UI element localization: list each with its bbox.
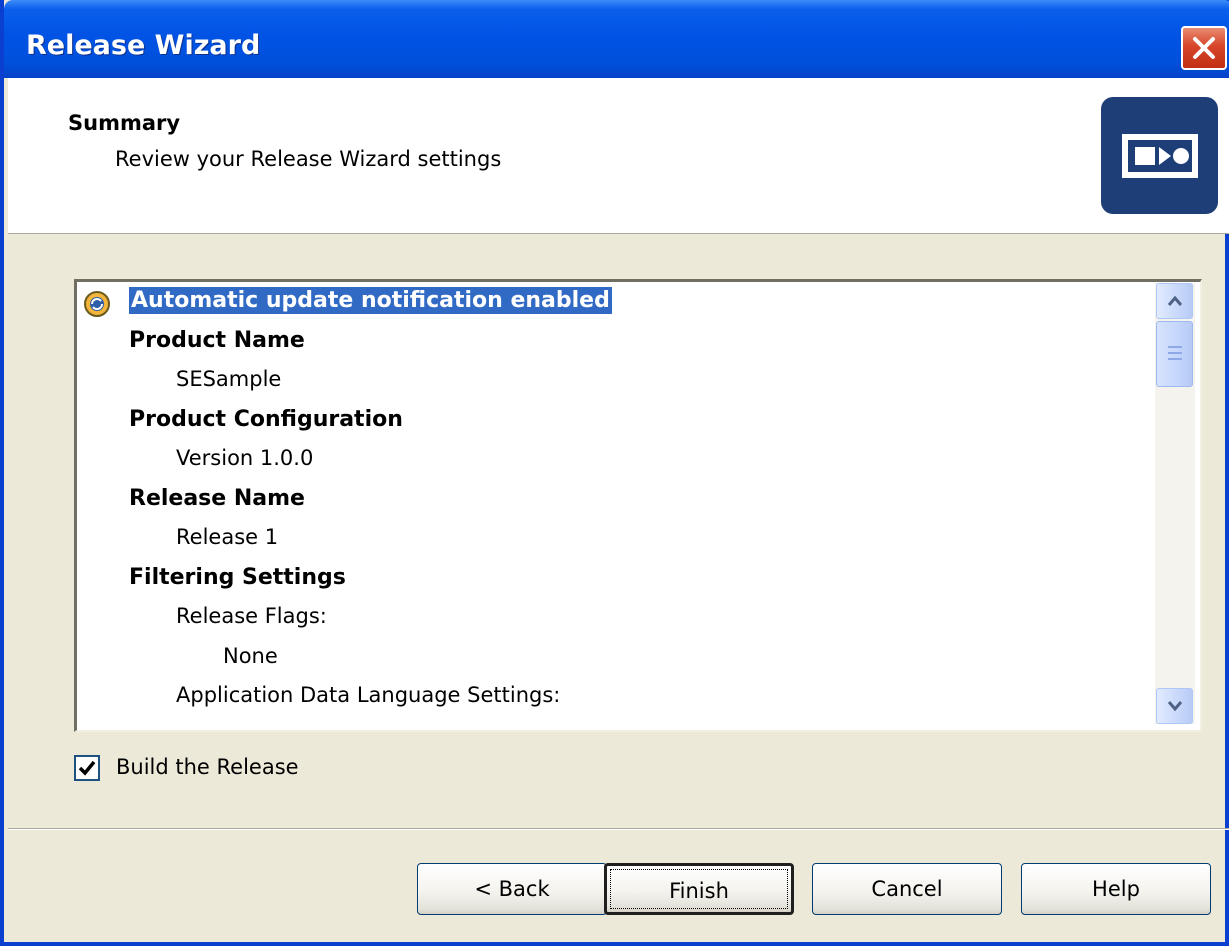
back-button[interactable]: < Back [417,863,607,915]
finish-button[interactable]: Finish [604,863,794,915]
summary-list-item[interactable]: Automatic update notification enabled [128,286,613,324]
summary-list-item[interactable]: Filtering Settings [129,565,346,601]
scroll-down-button[interactable] [1156,688,1193,724]
release-wizard-window: Release Wizard Summary Review your Relea… [0,0,1229,946]
summary-item-label: Product Name [129,327,305,353]
summary-item-label: None [223,643,278,668]
summary-item-label: Filtering Settings [129,564,346,590]
release-logo-icon [1122,134,1198,178]
checkmark-icon [78,760,96,776]
summary-list-item[interactable]: Version 1.0.0 [176,446,313,482]
summary-list-item[interactable]: Release Flags: [176,604,327,640]
summary-list-item[interactable]: Product Name [129,328,305,364]
scroll-thumb[interactable] [1156,321,1193,387]
cancel-button[interactable]: Cancel [812,863,1002,915]
page-title: Summary [68,111,181,135]
summary-list-item[interactable]: Release 1 [176,525,278,561]
close-icon [1193,37,1215,59]
summary-list-item[interactable]: SESample [176,367,281,403]
summary-list-item[interactable]: None [223,644,278,680]
summary-item-label: Version 1.0.0 [176,446,314,470]
update-notification-icon [84,291,110,317]
summary-item-label: Release 1 [176,525,279,549]
build-release-label[interactable]: Build the Release [116,755,299,779]
summary-item-label: Automatic update notification enabled [128,286,613,315]
wizard-header: Summary Review your Release Wizard setti… [8,78,1229,234]
window-title: Release Wizard [26,30,261,61]
summary-list-item[interactable]: Product Configuration [129,407,403,443]
page-subtitle: Review your Release Wizard settings [115,147,502,171]
build-release-checkbox[interactable] [74,755,100,781]
summary-item-label: Product Configuration [129,406,403,432]
summary-list-item[interactable]: Release Name [129,486,305,522]
summary-list-item[interactable]: Application Data Language Settings: [176,683,560,719]
thumb-grip [1168,358,1182,360]
release-wizard-logo [1101,97,1218,214]
summary-item-label: Release Name [129,485,305,511]
separator [8,829,1229,830]
help-button[interactable]: Help [1021,863,1211,915]
vertical-scrollbar[interactable] [1155,283,1195,724]
thumb-grip [1168,346,1182,348]
chevron-up-icon [1167,295,1183,306]
summary-item-label: Application Data Language Settings: [176,683,561,707]
close-button[interactable] [1181,26,1227,70]
title-bar[interactable]: Release Wizard [4,0,1229,78]
summary-item-label: Release Flags: [176,604,327,628]
thumb-grip [1168,352,1182,354]
summary-item-label: SESample [176,367,282,391]
chevron-down-icon [1167,701,1183,712]
scroll-up-button[interactable] [1156,283,1193,319]
summary-list[interactable]: Automatic update notification enabled Pro… [74,279,1202,732]
